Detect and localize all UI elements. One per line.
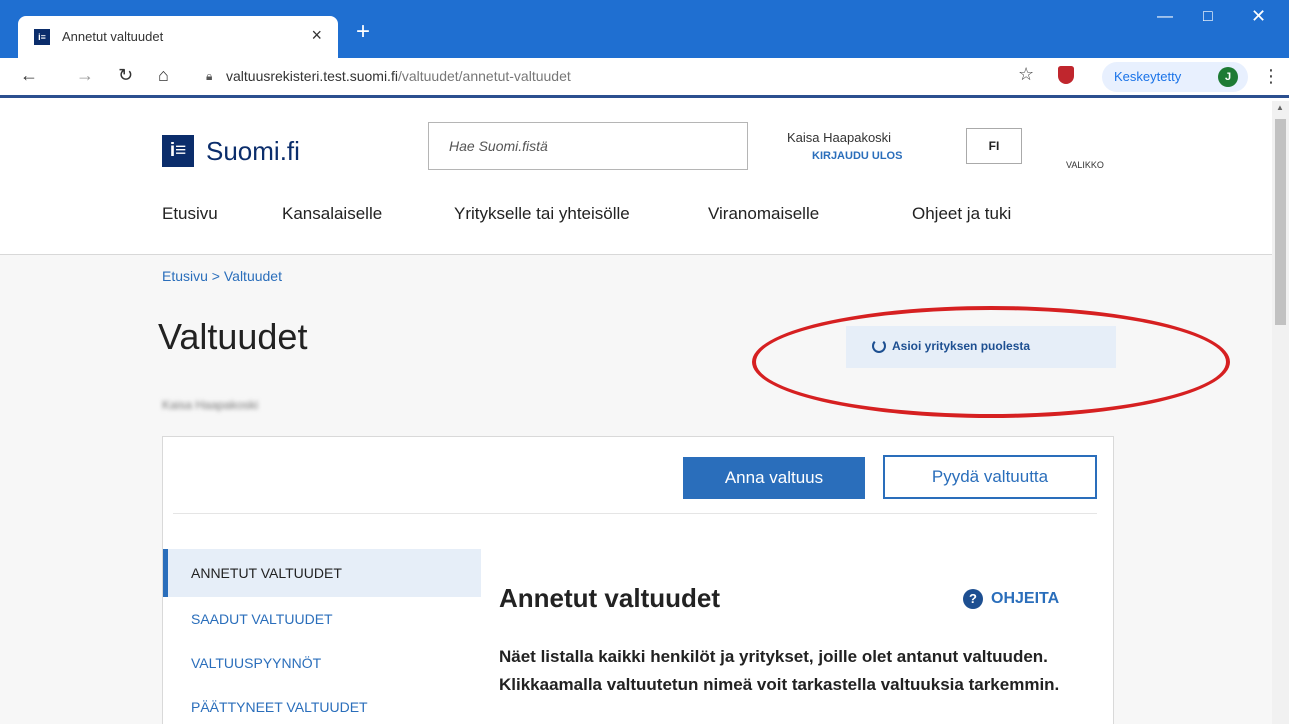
breadcrumb[interactable]: Etusivu > Valtuudet [162,268,282,284]
close-icon[interactable]: × [311,25,322,46]
url-path: /valtuudet/annetut-valtuudet [397,68,571,84]
refresh-icon [872,339,886,353]
nav-item-kansalaiselle[interactable]: Kansalaiselle [282,204,382,224]
nav-item-etusivu[interactable]: Etusivu [162,204,218,224]
request-mandate-button[interactable]: Pyydä valtuutta [883,455,1097,499]
act-on-behalf-label: Asioi yrityksen puolesta [892,339,1031,353]
nav-item-viranomaiselle[interactable]: Viranomaiselle [708,204,819,224]
url-host: valtuusrekisteri.test.suomi.fi [226,68,398,84]
minimize-icon[interactable]: — [1157,8,1173,26]
menu-button[interactable]: VALIKKO [1066,160,1104,170]
back-arrow-icon[interactable]: ← [20,65,38,86]
scroll-thumb[interactable] [1275,119,1286,325]
tab-favicon-icon: i≡ [34,29,50,45]
content-description: Näet listalla kaikki henkilöt ja yrityks… [499,647,1060,694]
star-icon[interactable]: ☆ [1018,64,1034,85]
browser-toolbar: ← → ↻ ⌂ 🔒︎ valtuusrekisteri.test.suomi.f… [0,58,1289,98]
maximize-icon[interactable]: □ [1203,8,1213,26]
window-close-icon[interactable]: ✕ [1251,6,1266,27]
search-input[interactable]: Hae Suomi.fistä [428,122,748,170]
sidebar-item-paattyneet[interactable]: PÄÄTTYNEET VALTUUDET [163,683,481,724]
plus-icon[interactable]: + [356,20,370,44]
browser-tab[interactable]: i≡ Annetut valtuudet × [18,16,338,58]
lock-icon: 🔒︎ [206,69,213,83]
tab-title: Annetut valtuudet [62,29,164,44]
page-title: Valtuudet [158,316,308,357]
page-scrollbar[interactable]: ▲ [1272,101,1289,724]
address-bar[interactable]: 🔒︎ valtuusrekisteri.test.suomi.fi/valtuu… [196,63,1016,91]
forward-arrow-icon[interactable]: → [76,65,94,86]
kebab-menu-icon[interactable]: ⋮ [1262,66,1280,87]
language-button[interactable]: FI [966,128,1022,164]
logout-link[interactable]: KIRJAUDU ULOS [812,150,902,162]
reload-icon[interactable]: ↻ [118,65,133,86]
help-icon: ? [963,589,983,609]
scroll-up-icon[interactable]: ▲ [1276,103,1284,112]
panel-divider [173,513,1097,514]
help-label: OHJEITA [991,590,1060,607]
search-placeholder: Hae Suomi.fistä [449,138,548,154]
give-mandate-button[interactable]: Anna valtuus [683,457,865,499]
user-name: Kaisa Haapakoski [787,130,892,145]
profile-status: Keskeytetty [1114,69,1182,84]
suomifi-logo-icon[interactable]: i≡ [162,135,194,167]
nav-item-yritykselle[interactable]: Yritykselle tai yhteisölle [454,204,630,224]
mandates-panel: Anna valtuus Pyydä valtuutta ANNETUT VAL… [162,436,1114,724]
avatar: J [1218,67,1238,87]
sidebar-item-valtuuspyynnot[interactable]: VALTUUSPYYNNÖT [163,639,481,687]
site-logo-text[interactable]: Suomi.fi [206,136,300,167]
browser-titlebar: i≡ Annetut valtuudet × + — □ ✕ [0,0,1289,58]
shield-extension-icon[interactable] [1058,66,1074,84]
sidebar-item-annetut[interactable]: ANNETUT VALTUUDET [163,549,481,597]
nav-item-ohjeet[interactable]: Ohjeet ja tuki [912,204,1011,224]
sidebar-item-saadut[interactable]: SAADUT VALTUUDET [163,595,481,643]
content-title: Annetut valtuudet [499,583,720,613]
act-on-behalf-button[interactable]: Asioi yrityksen puolesta [846,326,1116,368]
url-text: valtuusrekisteri.test.suomi.fi/valtuudet… [226,68,571,84]
home-icon[interactable]: ⌂ [158,65,169,86]
user-subtitle: Kaisa Haapakoski [162,398,259,412]
profile-button[interactable]: Keskeytetty J [1102,62,1248,92]
